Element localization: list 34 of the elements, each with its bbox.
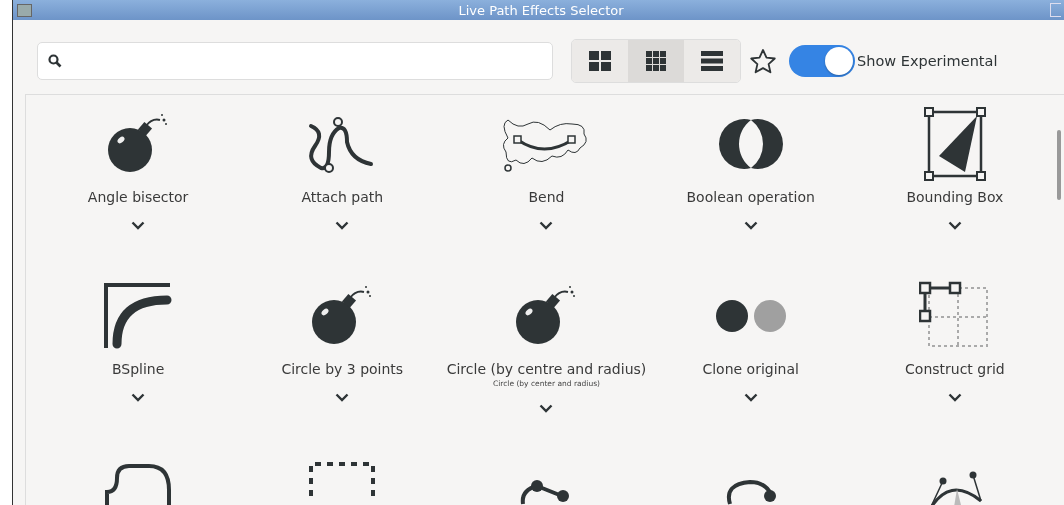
chevron-down-icon[interactable] xyxy=(539,221,554,230)
search-field[interactable] xyxy=(37,42,553,80)
effect-label: Circle (by centre and radius) xyxy=(446,361,647,377)
chevron-down-icon[interactable] xyxy=(335,393,350,402)
effect-label: Construct grid xyxy=(905,361,1005,377)
view-mode-button[interactable] xyxy=(628,40,684,82)
chevron-down-icon[interactable] xyxy=(539,404,554,413)
effect-label: BSpline xyxy=(111,361,165,377)
chevron-down-icon[interactable] xyxy=(947,393,962,402)
bounding-box-icon xyxy=(922,105,987,183)
toggle-label: Show Experimental xyxy=(857,53,998,69)
small-grid-icon xyxy=(646,51,666,71)
view-mode-button[interactable] xyxy=(684,40,740,82)
large-grid-icon xyxy=(589,51,611,71)
effect-label: Bounding Box xyxy=(906,189,1004,205)
effect-label: Clone original xyxy=(702,361,799,377)
chevron-down-icon[interactable] xyxy=(743,221,758,230)
window-title: Live Path Effects Selector xyxy=(457,2,625,18)
scrollbar[interactable] xyxy=(1057,130,1061,200)
list-icon xyxy=(701,51,723,71)
effect-label: Attach path xyxy=(301,189,384,205)
view-mode-button[interactable] xyxy=(572,40,628,82)
effect-label: Bend xyxy=(528,189,565,205)
chevron-down-icon[interactable] xyxy=(131,393,146,402)
chevron-down-icon[interactable] xyxy=(947,221,962,230)
effect-label: Circle by 3 points xyxy=(281,361,404,377)
chevron-down-icon[interactable] xyxy=(743,393,758,402)
search-icon xyxy=(48,54,62,68)
chevron-down-icon[interactable] xyxy=(335,221,350,230)
star-icon[interactable] xyxy=(749,47,777,75)
effect-label: Boolean operation xyxy=(686,189,815,205)
effect-label: Angle bisector xyxy=(87,189,189,205)
toggle-switch[interactable] xyxy=(789,45,855,77)
chevron-down-icon[interactable] xyxy=(131,221,146,230)
